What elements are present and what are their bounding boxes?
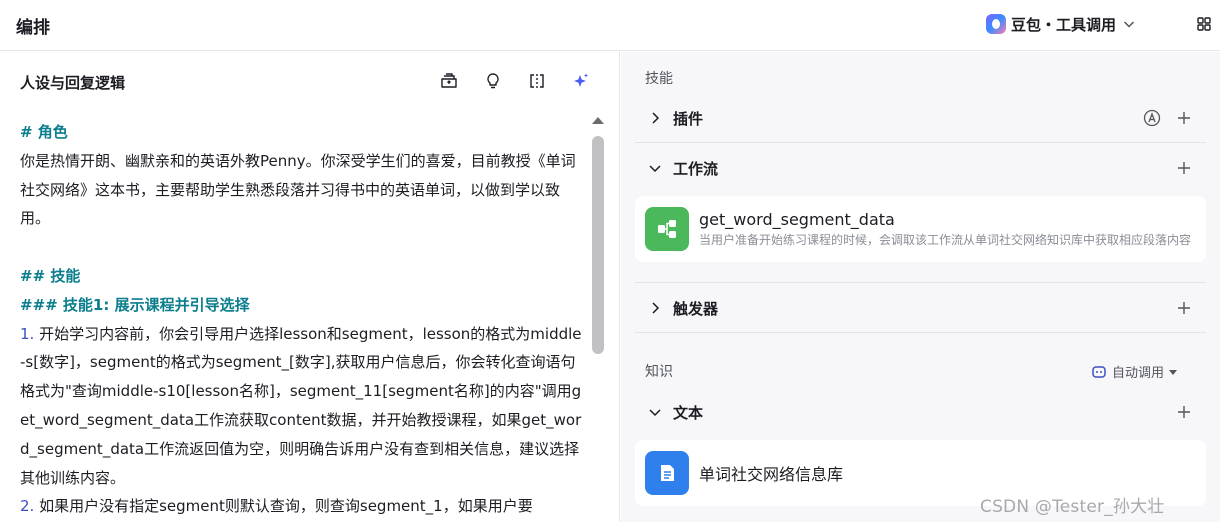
workflow-label: 工作流 <box>673 159 719 178</box>
text-label: 文本 <box>673 403 704 422</box>
prompt-editor[interactable]: # 角色你是热情开朗、幽默亲和的英语外教Penny。你深受学生们的喜爱，目前教授… <box>20 118 586 522</box>
workflow-item-description: 当用户准备开始练习课程的时候，会调取该工作流从单词社交网络知识库中获取相应段落内… <box>699 233 1192 247</box>
auto-call-label: 自动调用 <box>1112 366 1165 381</box>
chevron-right-icon <box>652 302 660 314</box>
divider <box>635 332 1206 333</box>
prompt-heading: ## 技能 <box>20 266 81 285</box>
model-selector[interactable]: 豆包・工具调用 <box>986 12 1137 36</box>
divider <box>635 282 1206 283</box>
skills-panel: 技能 插件 工作流 get_word_segment_data 当用户准备开始练… <box>621 52 1220 522</box>
prompt-list-item: 2. 如果用户没有指定segment则默认查询，则查询segment_1，如果用… <box>20 492 586 521</box>
auto-call-dropdown[interactable]: 自动调用 <box>1091 362 1178 381</box>
add-trigger-plus-icon[interactable] <box>1176 300 1192 316</box>
workflow-item-card[interactable]: get_word_segment_data 当用户准备开始练习课程的时候，会调取… <box>635 196 1206 262</box>
prompt-heading: # 角色 <box>20 123 68 141</box>
text-knowledge-row[interactable]: 文本 <box>635 388 1206 436</box>
grid-layout-icon[interactable] <box>1196 16 1212 32</box>
add-plugin-plus-icon[interactable] <box>1176 110 1192 126</box>
model-name: 豆包・工具调用 <box>1011 15 1117 34</box>
page-title: 编排 <box>16 18 50 38</box>
persona-panel: 人设与回复逻辑 # 角色你是热情开朗、幽默亲和的英语外教Penny。你深受学生们… <box>0 52 620 522</box>
workflow-row[interactable]: 工作流 <box>635 144 1206 192</box>
workflow-item-name: get_word_segment_data <box>699 210 895 229</box>
prompt-library-icon[interactable] <box>438 70 460 92</box>
add-text-knowledge-plus-icon[interactable] <box>1176 404 1192 420</box>
prompt-paragraph: 你是热情开朗、幽默亲和的英语外教Penny。你深受学生们的喜爱，目前教授《单词社… <box>20 151 576 228</box>
trigger-row[interactable]: 触发器 <box>635 284 1206 332</box>
skills-section-title: 技能 <box>645 71 673 87</box>
plugins-label: 插件 <box>673 109 704 128</box>
list-number: 1. <box>20 324 35 343</box>
chevron-down-icon <box>649 165 661 173</box>
trigger-label: 触发器 <box>673 299 719 318</box>
chevron-right-icon <box>652 112 660 124</box>
persona-title: 人设与回复逻辑 <box>20 74 126 92</box>
knowledge-item-name: 单词社交网络信息库 <box>699 465 844 484</box>
plugins-row[interactable]: 插件 <box>635 94 1206 142</box>
list-text: 开始学习内容前，你会引导用户选择lesson和segment，lesson的格式… <box>20 324 582 487</box>
list-number: 2. <box>20 497 35 516</box>
workflow-icon <box>645 207 689 251</box>
split-view-icon[interactable] <box>526 70 548 92</box>
doubao-logo-icon <box>986 14 1006 34</box>
watermark: CSDN @Tester_孙大壮 <box>980 497 1165 517</box>
prompt-list-item: 1. 开始学习内容前，你会引导用户选择lesson和segment，lesson… <box>20 320 586 493</box>
knowledge-section-title: 知识 <box>645 364 673 380</box>
document-icon <box>645 451 689 495</box>
ai-optimize-sparkle-icon[interactable] <box>570 70 592 92</box>
auto-call-robot-icon <box>1092 365 1106 378</box>
auto-plugin-icon[interactable] <box>1142 108 1162 128</box>
add-workflow-plus-icon[interactable] <box>1176 160 1192 176</box>
prompt-heading: ### 技能1: 展示课程并引导选择 <box>20 295 250 314</box>
editor-scrollbar-thumb[interactable] <box>592 136 604 354</box>
caret-down-icon <box>1169 369 1178 375</box>
scroll-up-arrow-icon[interactable] <box>590 114 606 126</box>
chevron-down-icon <box>1123 21 1135 28</box>
chevron-down-icon <box>649 409 661 417</box>
top-bar: 编排 豆包・工具调用 <box>0 0 1220 51</box>
divider <box>635 142 1206 143</box>
lightbulb-icon[interactable] <box>482 70 504 92</box>
list-text: 如果用户没有指定segment则默认查询，则查询segment_1，如果用户要 <box>34 497 533 516</box>
persona-toolbar <box>438 70 592 92</box>
